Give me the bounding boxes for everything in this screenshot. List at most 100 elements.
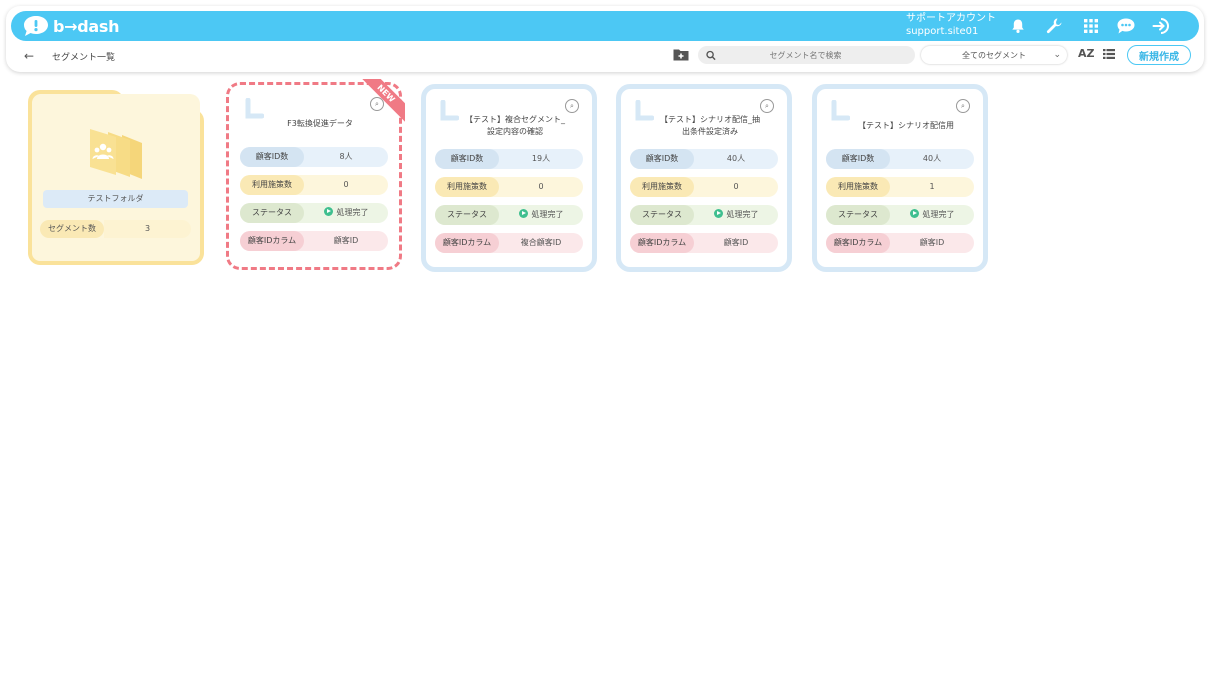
back-arrow-icon[interactable]: ← (24, 49, 34, 63)
subscribe-icon[interactable]: ⌕ (760, 99, 774, 113)
status-value-wrap: 処理完了 (499, 205, 583, 225)
play-status-icon (713, 209, 723, 218)
usage-value: 0 (343, 180, 349, 189)
search-icon (706, 50, 716, 60)
segment-title: 【テスト】シナリオ配信用 (858, 121, 954, 130)
id-column-label: 顧客IDカラム (240, 231, 304, 251)
id-column-row: 顧客IDカラム 顧客ID (240, 231, 388, 251)
folder-segment-count: セグメント数 3 (40, 220, 191, 238)
id-count-label: 顧客ID数 (826, 149, 890, 169)
status-value-wrap: 処理完了 (694, 205, 778, 225)
id-column-row: 顧客IDカラム 顧客ID (826, 233, 974, 253)
usage-row: 利用施策数 0 (630, 177, 778, 197)
segment-card[interactable]: ⌕ 【テスト】シナリオ配信_抽 出条件設定済み 顧客ID数 40人 利用施策数 … (616, 84, 792, 272)
document-corner-icon (831, 100, 850, 121)
segment-title-line2: 設定内容の確認 (487, 127, 543, 136)
status-value: 処理完了 (726, 210, 759, 219)
id-count-row: 顧客ID数 8人 (240, 147, 388, 167)
id-count-label: 顧客ID数 (240, 147, 304, 167)
id-column-row: 顧客IDカラム 複合顧客ID (435, 233, 583, 253)
status-value: 処理完了 (922, 210, 955, 219)
id-count-row: 顧客ID数 40人 (826, 149, 974, 169)
id-column-value: 複合顧客ID (520, 238, 562, 247)
segment-card[interactable]: ⌕ 【テスト】複合セグメント_ 設定内容の確認 顧客ID数 19人 利用施策数 … (421, 84, 597, 272)
id-column-label: 顧客IDカラム (630, 233, 694, 253)
usage-value: 0 (538, 182, 544, 191)
usage-label: 利用施策数 (630, 177, 694, 197)
status-label: ステータス (435, 205, 499, 225)
status-row: ステータス 処理完了 (240, 203, 388, 223)
subscribe-icon[interactable]: ⌕ (956, 99, 970, 113)
status-label: ステータス (240, 203, 304, 223)
account-label: サポートアカウント (906, 13, 996, 24)
document-corner-icon (245, 98, 264, 119)
search-box[interactable] (698, 46, 915, 64)
segment-title-line2: 出条件設定済み (682, 127, 738, 136)
segment-card[interactable]: ⌕ F3転換促進データ 顧客ID数 8人 利用施策数 0 ステータス 処理完了 … (226, 79, 405, 270)
folder-count-label: セグメント数 (40, 220, 104, 238)
usage-row: 利用施策数 0 (435, 177, 583, 197)
sort-az-icon[interactable]: AZ (1078, 47, 1095, 60)
new-segment-button[interactable]: 新規作成 (1127, 45, 1191, 65)
segment-stack-icon (90, 129, 142, 179)
usage-row: 利用施策数 0 (240, 175, 388, 195)
status-label: ステータス (826, 205, 890, 225)
search-input[interactable] (716, 50, 915, 60)
segment-title: 【テスト】シナリオ配信_抽 (660, 115, 760, 124)
id-column-value: 顧客ID (919, 238, 945, 247)
usage-label: 利用施策数 (826, 177, 890, 197)
chat-icon[interactable] (1115, 16, 1137, 36)
id-column-row: 顧客IDカラム 顧客ID (630, 233, 778, 253)
segment-title: 【テスト】複合セグメント_ (465, 115, 565, 124)
status-row: ステータス 処理完了 (826, 205, 974, 225)
id-column-value: 顧客ID (723, 238, 749, 247)
id-count-label: 顧客ID数 (435, 149, 499, 169)
usage-value: 0 (733, 182, 739, 191)
subscribe-icon[interactable]: ⌕ (565, 99, 579, 113)
id-count-value: 8人 (339, 152, 353, 161)
logo-bubble-icon (24, 16, 48, 36)
usage-value: 1 (929, 182, 935, 191)
account-info[interactable]: サポートアカウント support.site01 (906, 12, 996, 38)
segment-card[interactable]: ⌕ 【テスト】シナリオ配信用 顧客ID数 40人 利用施策数 1 ステータス 処… (812, 84, 988, 272)
id-count-value: 40人 (922, 154, 942, 163)
segment-filter-select[interactable]: 全てのセグメント ⌄ (921, 46, 1067, 64)
id-count-row: 顧客ID数 19人 (435, 149, 583, 169)
usage-label: 利用施策数 (435, 177, 499, 197)
list-view-icon[interactable] (1103, 49, 1115, 59)
logo[interactable]: b→dash (23, 15, 120, 37)
account-site: support.site01 (906, 26, 979, 37)
folder-card[interactable]: テストフォルダ セグメント数 3 (28, 90, 204, 265)
sub-toolbar: ← セグメント一覧 全てのセグメント ⌄ AZ 新規作成 (6, 44, 1204, 70)
folder-count-value: 3 (104, 220, 191, 238)
top-bar: b→dash サポートアカウント support.site01 (11, 11, 1199, 41)
folder-add-icon[interactable] (673, 48, 689, 61)
bell-icon[interactable] (1007, 16, 1029, 36)
status-label: ステータス (630, 205, 694, 225)
folder-name: テストフォルダ (43, 190, 188, 208)
status-row: ステータス 処理完了 (435, 205, 583, 225)
play-status-icon (518, 209, 528, 218)
breadcrumb: セグメント一覧 (52, 53, 116, 63)
logout-icon[interactable] (1151, 16, 1173, 36)
id-count-label: 顧客ID数 (630, 149, 694, 169)
filter-selected-value: 全てのセグメント (962, 50, 1026, 60)
status-value-wrap: 処理完了 (304, 203, 388, 223)
grid-icon[interactable] (1080, 16, 1102, 36)
new-badge-label: NEW (361, 79, 405, 123)
id-column-label: 顧客IDカラム (435, 233, 499, 253)
status-value: 処理完了 (336, 208, 369, 217)
status-value-wrap: 処理完了 (890, 205, 974, 225)
id-count-value: 19人 (531, 154, 551, 163)
play-status-icon (323, 207, 333, 216)
id-column-label: 顧客IDカラム (826, 233, 890, 253)
status-value: 処理完了 (531, 210, 564, 219)
wrench-icon[interactable] (1043, 16, 1065, 36)
play-status-icon (909, 209, 919, 218)
logo-text: b→dash (53, 16, 120, 36)
status-row: ステータス 処理完了 (630, 205, 778, 225)
usage-row: 利用施策数 1 (826, 177, 974, 197)
new-badge: NEW (361, 79, 405, 123)
id-count-row: 顧客ID数 40人 (630, 149, 778, 169)
id-count-value: 40人 (726, 154, 746, 163)
